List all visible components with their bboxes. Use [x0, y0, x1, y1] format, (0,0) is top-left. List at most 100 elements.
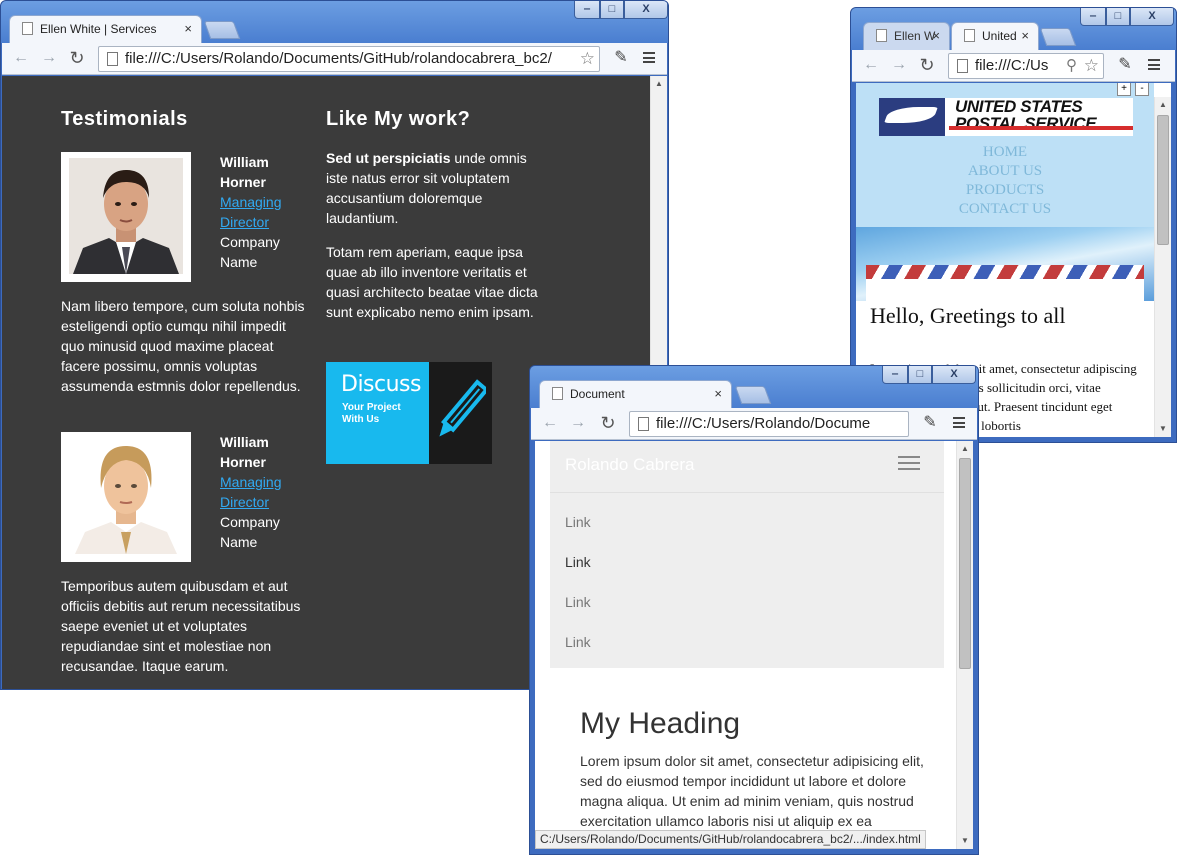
status-bar-url: C:/Users/Rolando/Documents/GitHub/roland… [535, 830, 926, 849]
testimonials-heading: Testimonials [61, 108, 188, 130]
page-heading: My Heading [580, 707, 741, 740]
tab-close-icon[interactable]: × [1021, 23, 1029, 49]
close-window-button[interactable]: X [932, 366, 976, 384]
tab-close-icon[interactable]: × [184, 16, 192, 42]
close-window-button[interactable]: X [1130, 8, 1174, 26]
url-text: file:///C:/Users/Rolando/Docume [656, 415, 871, 432]
navbar-toggle-icon[interactable] [898, 456, 920, 470]
new-tab-button[interactable] [203, 21, 241, 39]
url-text: file:///C:/Users/Rolando/Documents/GitHu… [125, 50, 552, 67]
scroll-thumb[interactable] [1157, 115, 1169, 245]
like-paragraph-bold: Sed ut perspiciatis [326, 150, 451, 166]
like-paragraph-2: Totam rem aperiam, eaque ipsa quae ab il… [326, 244, 538, 320]
address-bar[interactable]: file:///C:/Users/Rolando/Documents/GitHu… [98, 46, 600, 72]
address-bar[interactable]: file:///C:/Users/Rolando/Docume [629, 411, 909, 437]
testimonial-quote: Temporibus autem quibusdam et aut offici… [61, 578, 301, 674]
discuss-title: Discuss [341, 372, 421, 397]
nav-about-us[interactable]: ABOUT US [856, 162, 1154, 181]
back-arrow-icon[interactable]: ← [10, 47, 32, 69]
browser-window-document[interactable]: ‒ □ X Document × ← → ↻ file:///C:/Users/… [529, 365, 979, 855]
nav-link-1[interactable]: Link [565, 514, 591, 530]
scroll-up-arrow-icon[interactable]: ▲ [651, 76, 667, 92]
back-arrow-icon[interactable]: ← [539, 412, 561, 434]
nav-contact-us[interactable]: CONTACT US [856, 200, 1154, 219]
tab-title: Ellen W [894, 29, 936, 43]
zoom-controls: + - [1117, 83, 1149, 96]
zoom-magnifier-icon[interactable]: ⚲ [1066, 54, 1077, 78]
nav-link-2[interactable]: Link [565, 554, 591, 570]
usps-header: UNITED STATES POSTAL SERVICE HOME ABOUT U… [856, 83, 1154, 227]
menu-icon[interactable] [953, 417, 965, 428]
maximize-button[interactable]: □ [600, 1, 624, 19]
testimonial-quote: Nam libero tempore, cum soluta nohbis es… [61, 298, 305, 394]
reload-icon[interactable]: ↻ [916, 54, 938, 76]
navbar-brand[interactable]: Rolando Cabrera [565, 455, 694, 475]
forward-arrow-icon[interactable]: → [38, 47, 60, 69]
zoom-in-button[interactable]: + [1117, 83, 1131, 96]
person-photo-2 [61, 432, 191, 562]
back-arrow-icon[interactable]: ← [860, 54, 882, 76]
person-photo-1 [61, 152, 191, 282]
testimonial-2: William Horner Managing Director Company… [61, 432, 313, 676]
scroll-down-arrow-icon[interactable]: ▼ [957, 833, 973, 849]
tab-title: Document [570, 387, 625, 401]
discuss-project-banner[interactable]: Discuss Your Project With Us [326, 362, 492, 464]
forward-arrow-icon[interactable]: → [567, 412, 589, 434]
address-bar[interactable]: file:///C:/Us ⚲ ☆ [948, 53, 1104, 79]
reload-icon[interactable]: ↻ [66, 47, 88, 69]
menu-icon[interactable] [1148, 59, 1160, 70]
reload-icon[interactable]: ↻ [597, 412, 619, 434]
url-text: file:///C:/Us [975, 57, 1049, 74]
discuss-subtitle-2: With Us [342, 414, 380, 425]
page-icon [552, 387, 563, 400]
forward-arrow-icon[interactable]: → [888, 54, 910, 76]
eyedropper-extension-icon[interactable]: ✎ [919, 412, 941, 434]
scroll-down-arrow-icon[interactable]: ▼ [1155, 421, 1171, 437]
minimize-button[interactable]: ‒ [574, 1, 600, 19]
page-viewport: Rolando Cabrera Link Link Link Link My H… [535, 441, 973, 849]
eyedropper-extension-icon[interactable]: ✎ [1114, 54, 1136, 76]
tab-ellen-white[interactable]: Ellen White | Services × [9, 15, 202, 43]
tab-close-icon[interactable]: × [932, 23, 940, 49]
page-icon [964, 29, 975, 42]
tab-united[interactable]: United × [951, 22, 1039, 50]
scroll-up-arrow-icon[interactable]: ▲ [957, 441, 973, 457]
nav-link-4[interactable]: Link [565, 634, 591, 650]
maximize-button[interactable]: □ [1106, 8, 1130, 26]
scroll-up-arrow-icon[interactable]: ▲ [1155, 97, 1171, 113]
nav-link-3[interactable]: Link [565, 594, 591, 610]
new-tab-button[interactable] [1039, 28, 1077, 46]
nav-products[interactable]: PRODUCTS [856, 181, 1154, 200]
vertical-scrollbar[interactable]: ▲ ▼ [1154, 97, 1171, 437]
navbar: Rolando Cabrera Link Link Link Link [550, 441, 944, 668]
zoom-out-button[interactable]: - [1135, 83, 1149, 96]
like-my-work-heading: Like My work? [326, 108, 471, 130]
logo-line-2: POSTAL SERVICE [955, 114, 1097, 133]
maximize-button[interactable]: □ [908, 366, 932, 384]
close-window-button[interactable]: X [624, 1, 668, 19]
browser-toolbar: ← → ↻ file:///C:/Users/Rolando/Docume ✎ [531, 408, 977, 440]
vertical-scrollbar[interactable]: ▲ ▼ [956, 441, 973, 849]
new-tab-button[interactable] [734, 386, 772, 404]
bookmark-star-icon[interactable]: ☆ [580, 47, 595, 71]
page-icon [638, 417, 649, 431]
tab-document[interactable]: Document × [539, 380, 732, 408]
window-controls: ‒ □ X [1080, 8, 1174, 26]
minimize-button[interactable]: ‒ [1080, 8, 1106, 26]
testimonial-company: Company Name [220, 234, 280, 270]
eyedropper-extension-icon[interactable]: ✎ [610, 47, 632, 69]
menu-icon[interactable] [643, 52, 655, 63]
browser-toolbar: ← → ↻ file:///C:/Us ⚲ ☆ ✎ [852, 50, 1175, 82]
page-icon [876, 29, 887, 42]
browser-toolbar: ← → ↻ file:///C:/Users/Rolando/Documents… [2, 43, 667, 75]
scroll-thumb[interactable] [959, 458, 971, 669]
tab-ellen-white[interactable]: Ellen W × [863, 22, 950, 50]
bookmark-star-icon[interactable]: ☆ [1084, 54, 1099, 78]
minimize-button[interactable]: ‒ [882, 366, 908, 384]
testimonial-1: William Horner Managing Director Company… [61, 152, 313, 396]
nav-home[interactable]: HOME [856, 143, 1154, 162]
tab-close-icon[interactable]: × [714, 381, 722, 407]
pencil-icon [439, 379, 486, 437]
like-paragraph-1: Sed ut perspiciatis unde omnis iste natu… [326, 148, 541, 228]
usps-logo: UNITED STATES POSTAL SERVICE [879, 98, 1133, 136]
